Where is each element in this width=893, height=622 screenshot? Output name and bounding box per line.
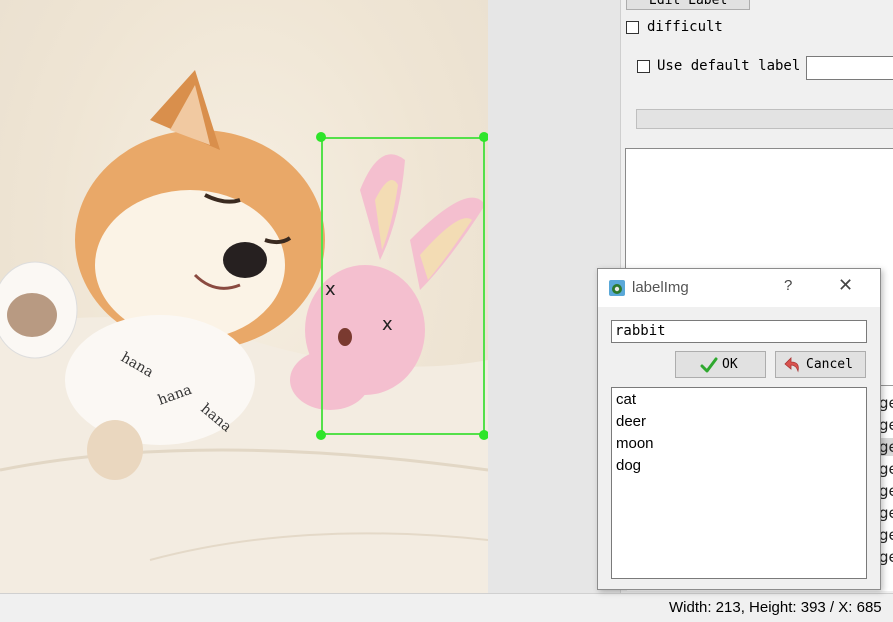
file-list-item[interactable]: ge <box>879 460 893 478</box>
difficult-checkbox[interactable] <box>626 21 639 34</box>
suggestion-item[interactable]: deer <box>616 413 646 430</box>
undo-arrow-icon <box>784 357 799 373</box>
file-list-item[interactable]: ge <box>879 548 893 566</box>
default-label-input[interactable] <box>806 56 893 80</box>
bbox-handle-bottom-left[interactable] <box>316 430 326 440</box>
annotated-photo[interactable]: hana hana hana x x <box>0 0 488 593</box>
dialog-titlebar[interactable]: labelImg ? ✕ <box>598 269 880 307</box>
cancel-button-label: Cancel <box>806 357 853 372</box>
ok-button[interactable]: OK <box>675 351 766 378</box>
label-text-input[interactable]: rabbit <box>611 320 867 343</box>
status-bar: Width: 213, Height: 393 / X: 685 <box>0 593 893 622</box>
difficult-label: difficult <box>647 19 723 35</box>
close-button[interactable]: ✕ <box>838 275 853 296</box>
file-list-item[interactable]: ge <box>879 416 893 434</box>
label-combobox[interactable] <box>636 109 893 129</box>
image-canvas[interactable]: hana hana hana x x <box>0 0 620 593</box>
help-button[interactable]: ? <box>784 277 792 294</box>
file-list-item[interactable]: ge <box>879 526 893 544</box>
label-suggestion-list[interactable]: cat deer moon dog <box>611 387 867 579</box>
use-default-label-checkbox[interactable] <box>637 60 650 73</box>
bbox-handle-top-right[interactable] <box>479 132 488 142</box>
bbox-handle-top-left[interactable] <box>316 132 326 142</box>
labelimg-app-icon <box>609 280 625 296</box>
file-list-item[interactable]: ge <box>879 504 893 522</box>
suggestion-item[interactable]: moon <box>616 435 654 452</box>
bounding-box[interactable] <box>321 137 485 435</box>
use-default-label-text: Use default label <box>657 58 801 74</box>
label-dialog: labelImg ? ✕ rabbit OK Cancel cat deer m… <box>597 268 881 590</box>
checkmark-icon <box>700 357 718 373</box>
edit-label-button[interactable]: Edit Label <box>626 0 750 10</box>
status-text: Width: 213, Height: 393 / X: 685 <box>669 599 882 616</box>
file-list-item[interactable]: ge <box>879 394 893 412</box>
file-list-item[interactable]: ge <box>879 482 893 500</box>
ok-button-label: OK <box>722 357 738 372</box>
suggestion-item[interactable]: cat <box>616 391 636 408</box>
file-list-item[interactable]: ge <box>879 438 893 456</box>
bbox-handle-bottom-right[interactable] <box>479 430 488 440</box>
dialog-title: labelImg <box>632 279 689 296</box>
cancel-button[interactable]: Cancel <box>775 351 866 378</box>
suggestion-item[interactable]: dog <box>616 457 641 474</box>
